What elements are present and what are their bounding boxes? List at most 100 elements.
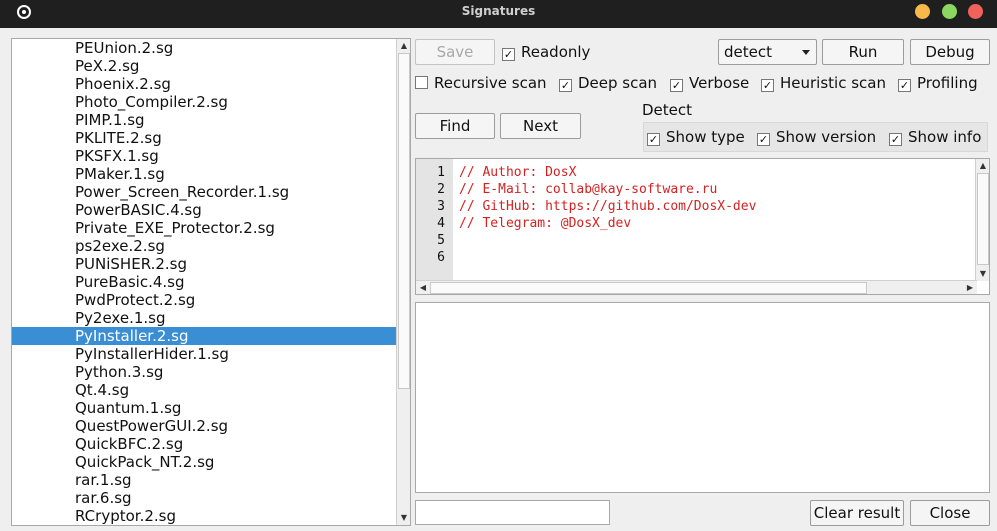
scroll-down-arrow-icon[interactable]: ▼ (397, 511, 410, 525)
code-area[interactable]: // Author: DosX // E-Mail: collab@kay-sof… (459, 164, 756, 266)
next-button[interactable]: Next (500, 113, 581, 139)
list-item[interactable]: Private_EXE_Protector.2.sg (12, 219, 397, 237)
show-type-checkbox[interactable]: ✓ Show type (647, 127, 745, 147)
minimize-button[interactable] (915, 4, 930, 19)
scroll-up-arrow-icon[interactable]: ▲ (397, 39, 410, 53)
line-number: 4 (437, 216, 445, 231)
show-version-check-icon: ✓ (757, 133, 770, 146)
list-item[interactable]: Py2exe.1.sg (12, 309, 397, 327)
deep-scan-label: Deep scan (578, 74, 658, 92)
list-item[interactable]: QuickPack_NT.2.sg (12, 453, 397, 471)
clear-result-button[interactable]: Clear result (810, 500, 904, 526)
scroll-down-arrow-icon[interactable]: ▼ (976, 267, 989, 281)
list-item[interactable]: rar.6.sg (12, 489, 397, 507)
deep-scan-checkbox[interactable]: ✓ Deep scan (559, 73, 657, 93)
signature-list-items: PEUnion.2.sg PeX.2.sg Phoenix.2.sg Photo_Co… (12, 39, 397, 525)
heuristic-scan-check-icon: ✓ (761, 79, 774, 92)
editor-hscroll-thumb[interactable] (430, 282, 867, 294)
list-item[interactable]: PKSFX.1.sg (12, 147, 397, 165)
line-number: 6 (437, 250, 445, 265)
show-info-check-icon: ✓ (889, 133, 902, 146)
list-item[interactable]: Photo_Compiler.2.sg (12, 93, 397, 111)
list-item[interactable]: ps2exe.2.sg (12, 237, 397, 255)
list-item[interactable]: Phoenix.2.sg (12, 75, 397, 93)
detect-group-label: Detect (642, 101, 693, 119)
editor-vertical-scrollbar[interactable]: ▲ ▼ (975, 159, 989, 281)
list-item[interactable]: Quantum.1.sg (12, 399, 397, 417)
code-line: // Author: DosX (459, 165, 577, 180)
mode-select[interactable]: detect (718, 39, 817, 65)
profiling-check-icon: ✓ (898, 79, 911, 92)
chevron-down-icon (802, 50, 810, 55)
deep-scan-check-icon: ✓ (559, 79, 572, 92)
list-item[interactable]: Qt.4.sg (12, 381, 397, 399)
recursive-scan-checkbox[interactable]: Recursive scan (415, 73, 547, 93)
line-number: 5 (437, 233, 445, 248)
verbose-label: Verbose (689, 74, 750, 92)
run-button[interactable]: Run (822, 39, 904, 65)
list-item[interactable]: rar.1.sg (12, 471, 397, 489)
readonly-checkbox[interactable]: ✓ Readonly (502, 42, 590, 62)
detect-group: ✓ Show type ✓ Show version ✓ Show info (643, 122, 988, 152)
close-window-button[interactable] (968, 4, 983, 19)
line-number: 3 (437, 199, 445, 214)
maximize-button[interactable] (942, 4, 957, 19)
show-version-checkbox[interactable]: ✓ Show version (757, 127, 876, 147)
editor-vscroll-thumb[interactable] (977, 173, 989, 265)
signature-list[interactable]: PEUnion.2.sg PeX.2.sg Phoenix.2.sg Photo_Co… (11, 38, 411, 526)
list-item[interactable]: QuestPowerGUI.2.sg (12, 417, 397, 435)
readonly-check-icon: ✓ (502, 48, 515, 61)
list-item[interactable]: PowerBASIC.4.sg (12, 201, 397, 219)
scroll-thumb[interactable] (398, 53, 410, 389)
heuristic-scan-checkbox[interactable]: ✓ Heuristic scan (761, 73, 886, 93)
editor-horizontal-scrollbar[interactable]: ◀ ▶ (416, 280, 977, 294)
window-title: Signatures (461, 4, 536, 18)
list-item[interactable]: PyInstaller.2.sg (12, 327, 397, 345)
title-bar: Signatures (0, 0, 997, 28)
recursive-scan-label: Recursive scan (434, 74, 547, 92)
heuristic-scan-label: Heuristic scan (780, 74, 886, 92)
scroll-left-arrow-icon[interactable]: ◀ (416, 281, 430, 294)
code-line: // Telegram: @DosX_dev (459, 216, 632, 231)
recursive-scan-check-icon (415, 76, 428, 89)
result-output[interactable] (415, 302, 990, 493)
mode-select-value: detect (724, 43, 772, 61)
list-item[interactable]: Python.3.sg (12, 363, 397, 381)
show-version-label: Show version (776, 128, 877, 146)
code-line: // E-Mail: collab@kay-software.ru (459, 182, 718, 197)
list-item[interactable]: PMaker.1.sg (12, 165, 397, 183)
verbose-checkbox[interactable]: ✓ Verbose (670, 73, 749, 93)
signature-editor[interactable]: 1 2 3 4 5 6 // Author: DosX // E-Mail: collab@… (415, 158, 990, 295)
save-button[interactable]: Save (415, 39, 495, 65)
line-number: 2 (437, 182, 445, 197)
list-item[interactable]: RCryptor.2.sg (12, 507, 397, 525)
list-item[interactable]: PwdProtect.2.sg (12, 291, 397, 309)
show-type-label: Show type (666, 128, 745, 146)
profiling-checkbox[interactable]: ✓ Profiling (898, 73, 978, 93)
show-info-label: Show info (908, 128, 982, 146)
find-button[interactable]: Find (415, 113, 495, 139)
readonly-label: Readonly (521, 43, 591, 61)
list-item[interactable]: PIMP.1.sg (12, 111, 397, 129)
close-button[interactable]: Close (910, 500, 990, 526)
filter-input[interactable] (415, 500, 610, 525)
list-item[interactable]: PyInstallerHider.1.sg (12, 345, 397, 363)
list-item[interactable]: QuickBFC.2.sg (12, 435, 397, 453)
scroll-right-arrow-icon[interactable]: ▶ (963, 281, 977, 294)
list-item[interactable]: PEUnion.2.sg (12, 39, 397, 57)
list-item[interactable]: PureBasic.4.sg (12, 273, 397, 291)
list-item[interactable]: PeX.2.sg (12, 57, 397, 75)
debug-button[interactable]: Debug (910, 39, 990, 65)
profiling-label: Profiling (917, 74, 978, 92)
list-item[interactable]: PUNiSHER.2.sg (12, 255, 397, 273)
scroll-up-arrow-icon[interactable]: ▲ (976, 159, 989, 173)
list-item[interactable]: Power_Screen_Recorder.1.sg (12, 183, 397, 201)
show-info-checkbox[interactable]: ✓ Show info (889, 127, 981, 147)
signature-list-scrollbar[interactable]: ▲ ▼ (396, 39, 410, 525)
line-number: 1 (437, 165, 445, 180)
line-number-gutter: 1 2 3 4 5 6 (416, 159, 453, 281)
code-line: // GitHub: https://github.com/DosX-dev (459, 199, 757, 214)
list-item[interactable]: PKLITE.2.sg (12, 129, 397, 147)
